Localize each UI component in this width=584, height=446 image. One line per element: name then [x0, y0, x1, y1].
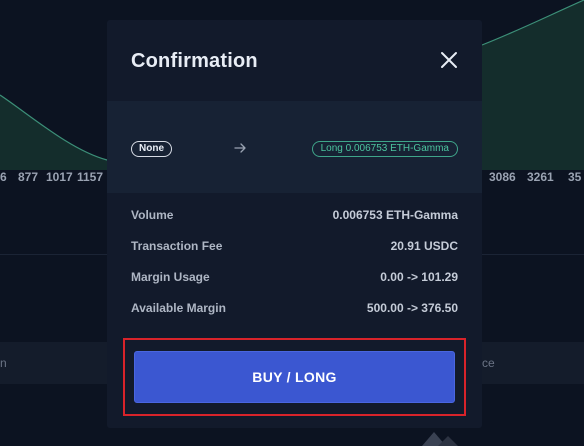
detail-value: 0.006753 ETH-Gamma [332, 208, 458, 222]
axis-tick: 3086 [489, 170, 516, 184]
position-change-band: None Long 0.006753 ETH-Gamma [107, 101, 482, 193]
background-column-label: n [0, 356, 7, 370]
new-position-badge: Long 0.006753 ETH-Gamma [311, 141, 458, 157]
axis-tick: 35 [568, 170, 582, 184]
detail-value: 0.00 -> 101.29 [380, 270, 458, 284]
axis-tick: 3261 [527, 170, 554, 184]
highlight-annotation [123, 338, 466, 416]
current-position-badge: None [131, 141, 172, 157]
axis-tick: 6 [0, 170, 7, 184]
watermark-logo-icon [422, 432, 458, 446]
detail-label: Margin Usage [131, 270, 210, 284]
close-button[interactable] [439, 50, 459, 70]
detail-label: Transaction Fee [131, 239, 223, 253]
detail-value: 20.91 USDC [390, 239, 458, 253]
detail-label: Volume [131, 208, 174, 222]
detail-label: Available Margin [131, 301, 226, 315]
axis-tick: 1157 [77, 170, 104, 184]
arrow-right-icon [234, 143, 246, 153]
detail-row-margin-usage: Margin Usage 0.00 -> 101.29 [131, 268, 458, 299]
background-column-label: ce [482, 356, 495, 370]
detail-value: 500.00 -> 376.50 [366, 301, 458, 315]
detail-row-transaction-fee: Transaction Fee 20.91 USDC [131, 237, 458, 268]
order-details: Volume 0.006753 ETH-Gamma Transaction Fe… [131, 206, 458, 330]
axis-tick: 877 [18, 170, 39, 184]
axis-tick: 1017 [46, 170, 73, 184]
modal-title: Confirmation [131, 50, 258, 72]
detail-row-available-margin: Available Margin 500.00 -> 376.50 [131, 299, 458, 330]
close-icon [441, 52, 457, 68]
detail-row-volume: Volume 0.006753 ETH-Gamma [131, 206, 458, 237]
